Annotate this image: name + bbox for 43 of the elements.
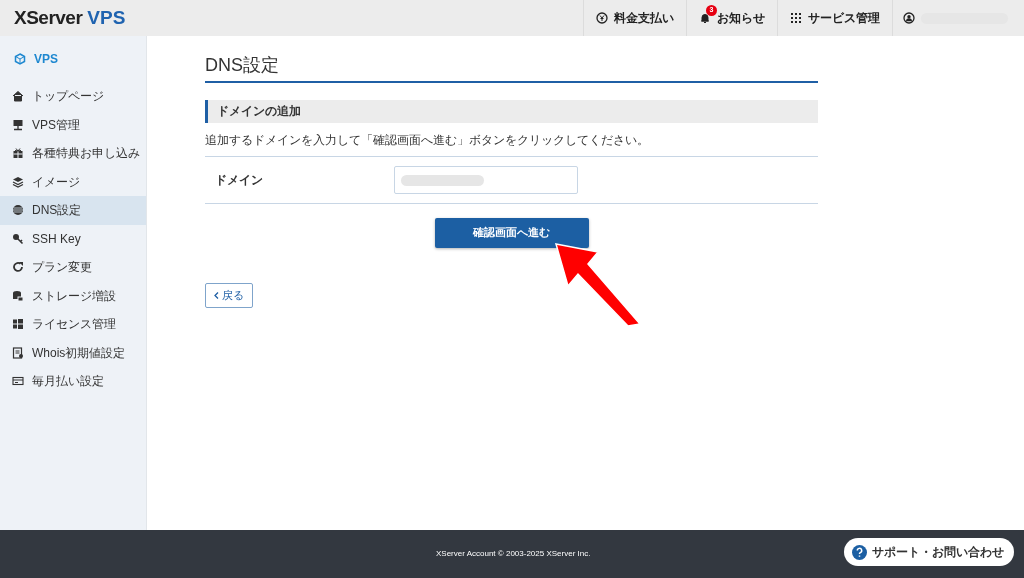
sidebar-item[interactable]: イメージ <box>0 167 146 196</box>
sidebar-title: VPS <box>34 51 58 68</box>
card-icon <box>12 375 24 388</box>
input-field[interactable] <box>394 166 578 194</box>
instruction-text: 追加するドメインを入力して「確認画面へ進む」ボタンをクリックしてください。 <box>205 132 650 149</box>
cube-icon <box>14 53 26 65</box>
windows-icon <box>12 318 24 331</box>
home-icon <box>12 90 24 103</box>
refresh-icon <box>12 261 24 274</box>
logo-text: XServer <box>14 5 83 30</box>
sidebar-item[interactable]: DNS設定 <box>0 196 146 225</box>
document-icon <box>12 346 24 359</box>
yen-icon <box>596 12 608 24</box>
submit-button[interactable]: 確認画面へ進む <box>434 218 589 248</box>
gift-icon <box>12 147 24 160</box>
header-nav-link[interactable]: サービス管理 <box>777 0 892 36</box>
globe-icon <box>12 204 24 217</box>
sidebar-item[interactable]: トップページ <box>0 82 146 111</box>
bell-icon <box>699 12 711 24</box>
sidebar-item[interactable]: ストレージ増設 <box>0 281 146 310</box>
layers-icon <box>12 175 24 188</box>
copyright-text: XServer Account © 2003-2025 XServer Inc. <box>436 548 591 560</box>
help-icon <box>852 544 867 560</box>
chevron-left-icon <box>214 292 219 300</box>
logo-text: VPS <box>87 5 126 30</box>
key-icon <box>12 232 24 245</box>
sidebar-item[interactable]: 毎月払い設定 <box>0 367 146 396</box>
sidebar-item[interactable]: プラン変更 <box>0 253 146 282</box>
support-button[interactable]: サポート・お問い合わせ <box>844 538 1014 566</box>
grid-icon <box>790 12 802 24</box>
sidebar-item[interactable]: ライセンス管理 <box>0 310 146 339</box>
sidebar-item[interactable]: Whois初期値設定 <box>0 338 146 367</box>
header-nav-link[interactable]: 料金支払い <box>583 0 686 36</box>
user-icon <box>903 12 915 24</box>
field-label: ドメイン <box>214 172 264 189</box>
sidebar-item[interactable]: SSH Key <box>0 224 146 253</box>
page-title: DNS設定 <box>205 52 818 83</box>
server-icon <box>12 118 24 131</box>
sidebar-item[interactable]: 各種特典お申し込み <box>0 139 146 168</box>
sidebar-item[interactable]: VPS管理 <box>0 110 146 139</box>
section-heading: ドメインの追加 <box>205 100 818 123</box>
storage-icon <box>12 289 24 302</box>
back-button[interactable]: 戻る <box>205 283 253 308</box>
